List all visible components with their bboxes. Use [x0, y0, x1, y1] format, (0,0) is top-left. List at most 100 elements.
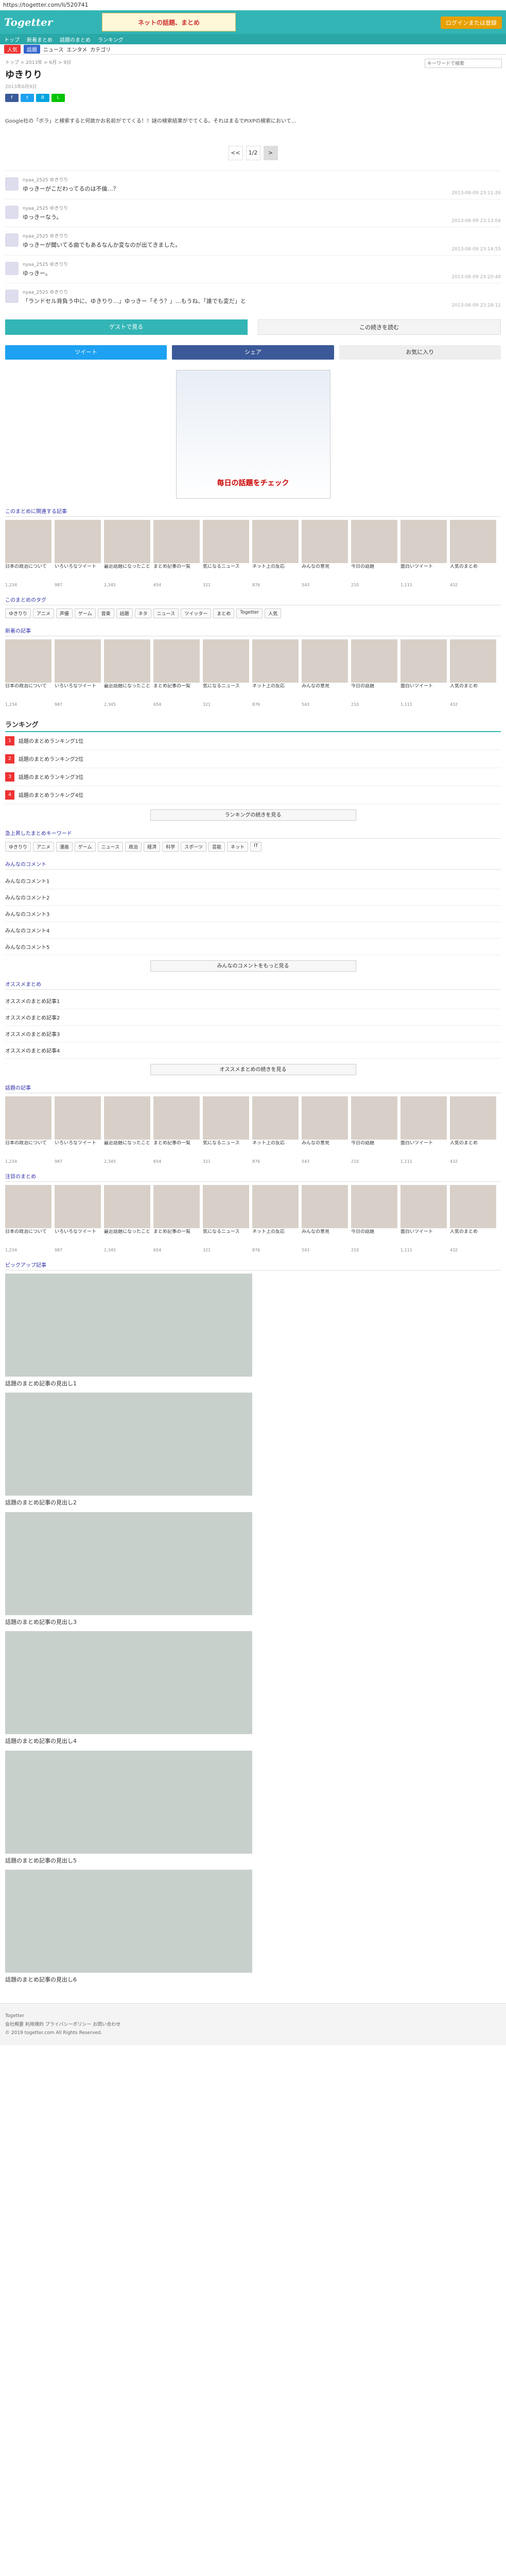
article-card[interactable]: みんなの意見 543 — [302, 1096, 348, 1164]
article-thumbnail[interactable] — [450, 1096, 496, 1140]
pickup-thumbnail[interactable] — [5, 1512, 252, 1615]
keyword-item[interactable]: 芸能 — [208, 841, 225, 852]
line-share-button[interactable]: L — [51, 94, 65, 102]
tag-item[interactable]: Togetter — [236, 608, 263, 618]
twitter-share-button[interactable]: t — [21, 94, 34, 102]
pickup-caption[interactable]: 話題のまとめ記事の見出し1 — [5, 1380, 252, 1387]
article-thumbnail[interactable] — [203, 1096, 249, 1140]
nav-tag[interactable]: 話題 — [24, 45, 40, 54]
article-caption[interactable]: ネット上の反応 — [252, 1229, 299, 1248]
pickup-card[interactable]: 話題のまとめ記事の見出し6 — [5, 1869, 252, 1984]
article-caption[interactable]: 今日の話題 — [351, 1229, 397, 1248]
facebook-button[interactable]: シェア — [172, 345, 334, 360]
tweet-user[interactable]: nyaa_2525 ゆきりり — [23, 232, 501, 239]
article-thumbnail[interactable] — [203, 1184, 249, 1228]
keyword-item[interactable]: ゲーム — [74, 841, 96, 852]
article-card[interactable]: まとめ記事の一覧 654 — [153, 1184, 200, 1252]
ranking-text[interactable]: 話題のまとめランキング2位 — [19, 755, 83, 762]
ranking-text[interactable]: 話題のまとめランキング3位 — [19, 773, 83, 781]
tag-item[interactable]: アニメ — [33, 608, 54, 618]
article-card[interactable]: 日本の政治について 1,234 — [5, 1184, 51, 1252]
article-thumbnail[interactable] — [400, 519, 447, 563]
tag-item[interactable]: まとめ — [213, 608, 235, 618]
url-bar[interactable]: https://togetter.com/li/520741 — [0, 0, 506, 10]
tweet-user[interactable]: nyaa_2525 ゆきりり — [23, 205, 501, 211]
article-card[interactable]: 今日の話題 210 — [351, 519, 397, 587]
article-card[interactable]: いろいろなツイート 987 — [55, 519, 101, 587]
search-input[interactable] — [425, 59, 502, 68]
pickup-thumbnail[interactable] — [5, 1750, 252, 1854]
recommend-text[interactable]: オススメのまとめ記事1 — [5, 997, 60, 1005]
tweet-user[interactable]: nyaa_2525 ゆきりり — [23, 289, 501, 295]
article-card[interactable]: 面白いツイート 1,111 — [400, 639, 447, 707]
article-thumbnail[interactable] — [302, 639, 348, 683]
avatar[interactable] — [5, 177, 19, 191]
article-caption[interactable]: いろいろなツイート — [55, 1141, 101, 1159]
tag-item[interactable]: 話題 — [116, 608, 133, 618]
article-caption[interactable]: みんなの意見 — [302, 564, 348, 583]
recommend-item[interactable]: オススメのまとめ記事4 — [5, 1042, 501, 1059]
article-card[interactable]: みんなの意見 543 — [302, 1184, 348, 1252]
article-card[interactable]: まとめ記事の一覧 654 — [153, 1096, 200, 1164]
comments-more-button[interactable]: みんなのコメントをもっと見る — [150, 960, 356, 972]
article-card[interactable]: 今日の話題 210 — [351, 1184, 397, 1252]
article-card[interactable]: まとめ記事の一覧 654 — [153, 519, 200, 587]
article-card[interactable]: 日本の政治について 1,234 — [5, 1096, 51, 1164]
pickup-card[interactable]: 話題のまとめ記事の見出し1 — [5, 1273, 252, 1387]
article-thumbnail[interactable] — [351, 1184, 397, 1228]
article-card[interactable]: ネット上の反応 876 — [252, 1184, 299, 1252]
pickup-caption[interactable]: 話題のまとめ記事の見出し5 — [5, 1857, 252, 1865]
continue-button[interactable]: この続きを読む — [257, 319, 501, 335]
article-thumbnail[interactable] — [302, 1096, 348, 1140]
pickup-caption[interactable]: 話題のまとめ記事の見出し4 — [5, 1737, 252, 1745]
article-thumbnail[interactable] — [302, 1184, 348, 1228]
article-caption[interactable]: 人気のまとめ — [450, 1141, 496, 1159]
nav-item[interactable]: ランキング — [98, 36, 124, 43]
pickup-thumbnail[interactable] — [5, 1273, 252, 1377]
nav-item[interactable]: 話題のまとめ — [60, 36, 91, 43]
keyword-item[interactable]: 政治 — [125, 841, 142, 852]
article-card[interactable]: 人気のまとめ 432 — [450, 639, 496, 707]
pager-next[interactable]: > — [263, 146, 278, 160]
guest-button[interactable]: ゲストで見る — [5, 319, 248, 335]
recommend-more-button[interactable]: オススメまとめの続きを見る — [150, 1063, 356, 1075]
article-thumbnail[interactable] — [450, 639, 496, 683]
article-card[interactable]: 最近話題になったこと 2,345 — [104, 519, 150, 587]
site-logo[interactable]: Togetter — [4, 16, 86, 28]
article-thumbnail[interactable] — [351, 519, 397, 563]
nav-tag[interactable]: ニュース — [43, 45, 64, 53]
tag-item[interactable]: 人気 — [265, 608, 282, 618]
footer-links[interactable]: 会社概要 利用規約 プライバシーポリシー お問い合わせ — [5, 2021, 501, 2029]
pickup-caption[interactable]: 話題のまとめ記事の見出し6 — [5, 1976, 252, 1984]
article-caption[interactable]: 日本の政治について — [5, 1229, 51, 1248]
article-thumbnail[interactable] — [104, 1184, 150, 1228]
keyword-item[interactable]: 経済 — [144, 841, 161, 852]
article-caption[interactable]: 面白いツイート — [400, 684, 447, 702]
recommend-item[interactable]: オススメのまとめ記事1 — [5, 993, 501, 1009]
article-thumbnail[interactable] — [450, 1184, 496, 1228]
article-caption[interactable]: 今日の話題 — [351, 684, 397, 702]
avatar[interactable] — [5, 205, 19, 219]
tweet-time[interactable]: 2013-06-09 23:14:55 — [451, 247, 501, 252]
article-card[interactable]: 日本の政治について 1,234 — [5, 519, 51, 587]
comment-text[interactable]: みんなのコメント4 — [5, 926, 49, 934]
tweet-button[interactable]: ツイート — [5, 345, 167, 360]
keyword-item[interactable]: 漫画 — [56, 841, 73, 852]
article-card[interactable]: 気になるニュース 321 — [203, 519, 249, 587]
favorite-button[interactable]: お気に入り — [339, 345, 501, 360]
recommend-text[interactable]: オススメのまとめ記事2 — [5, 1013, 60, 1021]
keyword-item[interactable]: アニメ — [33, 841, 54, 852]
article-caption[interactable]: ネット上の反応 — [252, 1141, 299, 1159]
article-caption[interactable]: いろいろなツイート — [55, 1229, 101, 1248]
article-caption[interactable]: まとめ記事の一覧 — [153, 1141, 200, 1159]
article-caption[interactable]: 面白いツイート — [400, 1141, 447, 1159]
article-thumbnail[interactable] — [55, 1096, 101, 1140]
tweet-time[interactable]: 2013-06-09 23:13:04 — [451, 218, 501, 224]
ad-banner[interactable]: 毎日の話題をチェック — [176, 369, 330, 499]
article-caption[interactable]: 気になるニュース — [203, 684, 249, 702]
article-caption[interactable]: ネット上の反応 — [252, 684, 299, 702]
article-caption[interactable]: 最近話題になったこと — [104, 564, 150, 583]
tweet-user[interactable]: nyaa_2525 ゆきりり — [23, 261, 501, 267]
keyword-item[interactable]: IT — [250, 841, 262, 852]
tweet-time[interactable]: 2013-06-09 23:11:26 — [451, 191, 501, 196]
